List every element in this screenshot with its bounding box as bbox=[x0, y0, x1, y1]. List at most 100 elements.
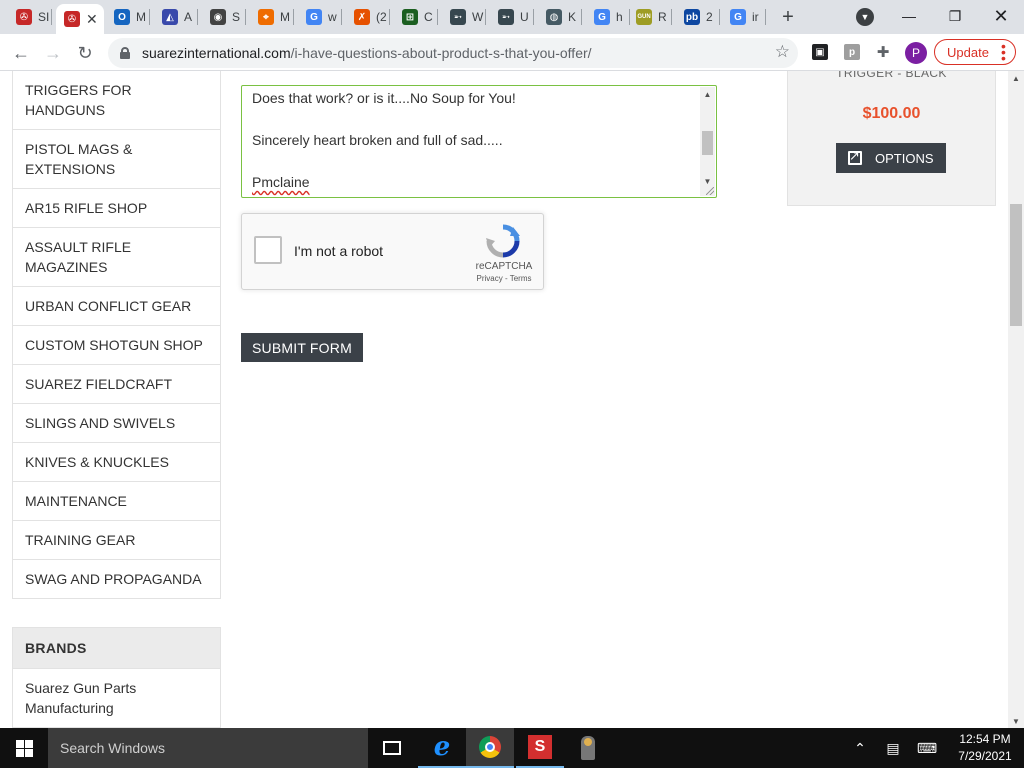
reload-button[interactable]: ↻ bbox=[72, 40, 98, 66]
forward-button[interactable]: → bbox=[40, 40, 66, 66]
url-text[interactable]: suarezinternational.com/i-have-questions… bbox=[142, 45, 592, 61]
browser-tab-strip: ✇ SI ✇ ✕ O M ◭ A ◉ S ⌖ M Gw ✗ (2 ⊞ C ➵ W ➵ U ◍ K Gh GUN Rpb 2 Gir +… bbox=[0, 0, 1024, 34]
recaptcha-label: I'm not a robot bbox=[294, 243, 384, 259]
sidebar-category-item[interactable]: TRAINING GEAR bbox=[13, 521, 220, 560]
sidebar-category-item[interactable]: SUAREZ FIELDCRAFT bbox=[13, 365, 220, 404]
notification-icon[interactable]: ▤ bbox=[882, 728, 904, 768]
tab-favicon-icon: ➵ bbox=[498, 9, 514, 25]
restore-button[interactable]: ❐ bbox=[932, 2, 978, 30]
internet-explorer-icon: e bbox=[433, 732, 451, 762]
browser-tab[interactable]: ✗ (2 bbox=[346, 4, 390, 30]
taskbar-search-box[interactable]: Search Windows bbox=[48, 728, 368, 768]
browser-tab[interactable]: ✇ ✕ bbox=[56, 4, 104, 34]
sidebar-category-item[interactable]: KNIVES & KNUCKLES bbox=[13, 443, 220, 482]
browser-tab[interactable]: GUN R bbox=[628, 4, 672, 30]
system-clock[interactable]: 12:54 PM 7/29/2021 bbox=[950, 731, 1020, 765]
page-scroll-thumb[interactable] bbox=[1010, 204, 1022, 326]
extension-p-icon[interactable]: p bbox=[844, 44, 860, 60]
browser-tab[interactable]: pb 2 bbox=[676, 4, 720, 30]
tab-favicon-icon: ⌖ bbox=[258, 9, 274, 25]
figure-app-button[interactable] bbox=[564, 728, 612, 768]
sidebar-category-item[interactable]: SLINGS AND SWIVELS bbox=[13, 404, 220, 443]
tab-title: 2 bbox=[706, 10, 713, 24]
browser-tab[interactable]: ◍ K bbox=[538, 4, 582, 30]
sidebar-category-item[interactable]: PISTOL MAGS & EXTENSIONS bbox=[13, 130, 220, 189]
tab-separator bbox=[245, 9, 246, 25]
sidebar-category-item[interactable]: MAINTENANCE bbox=[13, 482, 220, 521]
close-tab-icon[interactable]: ✕ bbox=[86, 11, 98, 28]
browser-tab[interactable]: ➵ U bbox=[490, 4, 534, 30]
sidebar-category-item[interactable]: CUSTOM SHOTGUN SHOP bbox=[13, 326, 220, 365]
extension-screen-icon[interactable]: ▣ bbox=[812, 44, 828, 60]
tab-title: U bbox=[520, 10, 529, 24]
scroll-up-arrow-icon[interactable]: ▲ bbox=[1008, 71, 1024, 85]
options-button[interactable]: OPTIONS bbox=[836, 143, 946, 173]
sidebar-brand-item[interactable]: Suarez Gun Parts Manufacturing bbox=[13, 669, 220, 728]
external-link-icon bbox=[848, 148, 862, 165]
sidebar-category-item[interactable]: SWAG AND PROPAGANDA bbox=[13, 560, 220, 598]
brand-list: Suarez Gun Parts ManufacturingMagpul Ind… bbox=[12, 669, 221, 728]
recaptcha-links: Privacy - Terms bbox=[476, 274, 532, 283]
textarea-scroll-thumb[interactable] bbox=[702, 131, 713, 155]
sidebar-category-item[interactable]: URBAN CONFLICT GEAR bbox=[13, 287, 220, 326]
chrome-taskbar-button[interactable] bbox=[466, 728, 514, 768]
browser-tab[interactable]: ✇ SI bbox=[8, 4, 52, 30]
chrome-icon bbox=[479, 736, 501, 758]
browser-tab[interactable]: ◉ S bbox=[202, 4, 246, 30]
lock-icon[interactable] bbox=[120, 47, 130, 59]
sidebar-category-item[interactable]: ASSAULT RIFLE MAGAZINES bbox=[13, 228, 220, 287]
clock-date: 7/29/2021 bbox=[958, 749, 1012, 763]
browser-tab[interactable]: ⌖ M bbox=[250, 4, 294, 30]
browser-tab[interactable]: OM bbox=[106, 4, 150, 30]
menu-dots-icon[interactable]: • • • bbox=[1001, 39, 1006, 65]
start-button[interactable] bbox=[0, 728, 48, 768]
tab-separator bbox=[341, 9, 342, 25]
tab-favicon-icon: ◍ bbox=[546, 9, 562, 25]
tab-title: M bbox=[136, 10, 146, 24]
back-button[interactable]: ← bbox=[8, 40, 34, 66]
address-bar[interactable]: suarezinternational.com/i-have-questions… bbox=[108, 38, 798, 68]
product-price: $100.00 bbox=[862, 105, 921, 122]
task-view-icon bbox=[383, 741, 401, 755]
scroll-up-arrow-icon[interactable]: ▲ bbox=[700, 87, 715, 101]
minimize-button[interactable]: — bbox=[886, 2, 932, 30]
tab-favicon-icon: ✇ bbox=[64, 11, 80, 27]
recaptcha-checkbox[interactable] bbox=[254, 236, 282, 264]
close-window-button[interactable]: ✕ bbox=[978, 2, 1024, 30]
tab-separator bbox=[293, 9, 294, 25]
tab-title: h bbox=[616, 10, 623, 24]
tab-search-icon[interactable]: ▼ bbox=[856, 8, 874, 26]
browser-tab[interactable]: ➵ W bbox=[442, 4, 486, 30]
tab-separator bbox=[719, 9, 720, 25]
profile-avatar[interactable]: P bbox=[905, 42, 927, 64]
windows-taskbar: Search Windows e S ⌃ ▤ ⌨ 12:54 PM 7/29/2… bbox=[0, 728, 1024, 768]
browser-tab[interactable]: Gw bbox=[298, 4, 342, 30]
scroll-down-arrow-icon[interactable]: ▼ bbox=[1008, 714, 1024, 728]
bookmark-star-icon[interactable]: ☆ bbox=[775, 42, 790, 62]
new-tab-button[interactable]: + bbox=[776, 4, 800, 30]
recaptcha-terms-link[interactable]: Terms bbox=[510, 274, 532, 283]
message-textarea[interactable]: Does that work? or is it....No Soup for … bbox=[241, 85, 717, 198]
task-view-button[interactable] bbox=[368, 728, 416, 768]
tray-chevron-icon[interactable]: ⌃ bbox=[850, 728, 870, 768]
keyboard-icon[interactable]: ⌨ bbox=[914, 728, 940, 768]
browser-tab[interactable]: Gir bbox=[722, 4, 766, 30]
scroll-down-arrow-icon[interactable]: ▼ bbox=[700, 174, 715, 188]
tab-title: S bbox=[232, 10, 241, 24]
update-button[interactable]: Update • • • bbox=[934, 39, 1016, 65]
s-plus-app-button[interactable]: S bbox=[516, 728, 564, 768]
browser-tab[interactable]: ◭ A bbox=[154, 4, 198, 30]
product-name[interactable]: TRIGGER - BLACK bbox=[788, 71, 995, 80]
submit-button[interactable]: SUBMIT FORM bbox=[241, 333, 363, 362]
browser-tab[interactable]: ⊞ C bbox=[394, 4, 438, 30]
extensions-puzzle-icon[interactable]: ✚ bbox=[875, 44, 891, 61]
sidebar-category-item[interactable]: AR15 RIFLE SHOP bbox=[13, 189, 220, 228]
resize-handle-icon[interactable] bbox=[706, 187, 714, 195]
page-scrollbar[interactable]: ▲ ▼ bbox=[1008, 71, 1024, 728]
textarea-scrollbar[interactable]: ▲ ▼ bbox=[700, 87, 715, 196]
tab-favicon-icon: ✇ bbox=[16, 9, 32, 25]
browser-tab[interactable]: Gh bbox=[586, 4, 630, 30]
sidebar-category-item[interactable]: TRIGGERS FOR HANDGUNS bbox=[13, 71, 220, 130]
recaptcha-privacy-link[interactable]: Privacy bbox=[477, 274, 503, 283]
internet-explorer-button[interactable]: e bbox=[418, 728, 466, 768]
